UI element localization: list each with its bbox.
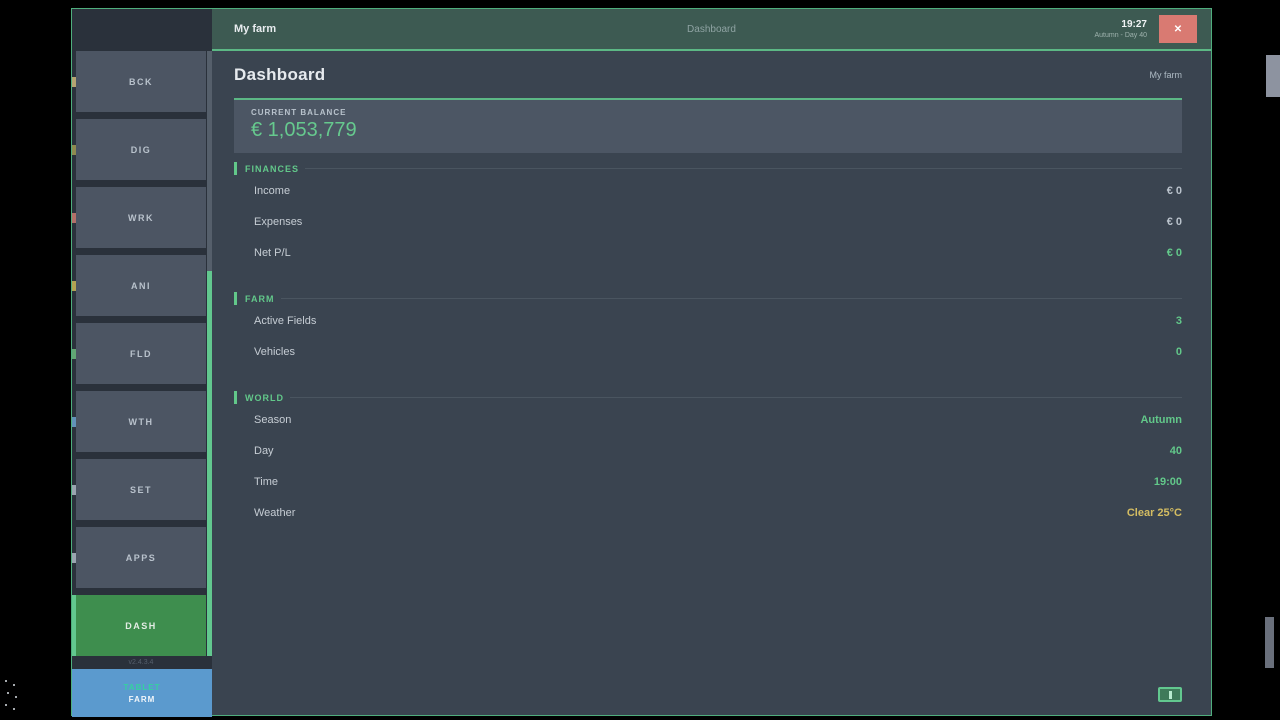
edge-scrollbar-bottom[interactable]: [1265, 617, 1274, 668]
sidebar-mark-icon: [72, 553, 76, 563]
finances-row-expenses: Expenses € 0: [234, 206, 1182, 237]
titlebar-app-title: Dashboard: [212, 24, 1211, 35]
section-accent-bar: [234, 162, 237, 175]
row-label: Time: [254, 476, 278, 488]
sidebar-mark-icon: [72, 145, 76, 155]
sidebar-mark-icon: [72, 349, 76, 359]
sidebar-item-apps[interactable]: APPS: [76, 527, 206, 588]
section-finances-header: FINANCES: [234, 162, 1182, 175]
row-label: Expenses: [254, 216, 302, 228]
world-row-weather: Weather Clear 25°C: [234, 497, 1182, 528]
sidebar-item-back[interactable]: BCK: [76, 51, 206, 112]
section-rule: [290, 397, 1182, 398]
page-farm-label: My farm: [1150, 70, 1183, 80]
section-farm-header: FARM: [234, 292, 1182, 305]
farm-row-active-fields: Active Fields 3: [234, 305, 1182, 336]
farm-row-vehicles: Vehicles 0: [234, 336, 1182, 367]
tablet-panel: BCK DIG WRK ANI FLD WTH SET APPS DASH v2…: [71, 8, 1212, 716]
page-title: Dashboard: [234, 65, 326, 85]
balance-label: CURRENT BALANCE: [251, 108, 1182, 117]
game-screen: BCK DIG WRK ANI FLD WTH SET APPS DASH v2…: [0, 0, 1280, 720]
sidebar-mark-icon: [72, 281, 76, 291]
brand-line-tablet: TABLET: [124, 683, 161, 692]
sidebar-header-block: [76, 9, 206, 51]
world-row-season: Season Autumn: [234, 404, 1182, 435]
close-icon: ✕: [1174, 24, 1182, 35]
row-value: Clear 25°C: [1127, 507, 1182, 519]
hud-dots-decor: [5, 680, 21, 712]
battery-level-bar: [1169, 691, 1172, 699]
titlebar-farm-name: My farm: [234, 23, 276, 35]
row-label: Day: [254, 445, 274, 457]
balance-value: € 1,053,779: [251, 119, 1182, 142]
section-rule: [305, 168, 1182, 169]
row-value: Autumn: [1140, 414, 1182, 426]
finances-row-income: Income € 0: [234, 175, 1182, 206]
sidebar-mark-icon: [72, 485, 76, 495]
world-row-day: Day 40: [234, 435, 1182, 466]
section-world-header: WORLD: [234, 391, 1182, 404]
row-value: € 0: [1167, 247, 1182, 259]
sidebar-active-indicator: [72, 595, 76, 656]
sidebar-item-dashboard[interactable]: DASH: [76, 595, 206, 656]
sidebar-mark-icon: [72, 213, 76, 223]
row-value: € 0: [1167, 216, 1182, 228]
sidebar-mark-icon: [72, 77, 76, 87]
page-header: Dashboard My farm: [234, 51, 1182, 98]
dashboard-content: Dashboard My farm CURRENT BALANCE € 1,05…: [212, 51, 1211, 715]
titlebar: My farm Dashboard 19:27 Autumn - Day 40 …: [212, 9, 1211, 51]
sidebar-item-settings[interactable]: SET: [76, 459, 206, 520]
main-panel: My farm Dashboard 19:27 Autumn - Day 40 …: [212, 9, 1211, 715]
row-label: Income: [254, 185, 290, 197]
sidebar-item-animals[interactable]: ANI: [76, 255, 206, 316]
row-value: 3: [1176, 315, 1182, 327]
sidebar-item-dig[interactable]: DIG: [76, 119, 206, 180]
tablet-brand-footer: TABLET FARM: [72, 669, 212, 717]
section-accent-bar: [234, 391, 237, 404]
finances-row-netpl: Net P/L € 0: [234, 237, 1182, 268]
world-row-time: Time 19:00: [234, 466, 1182, 497]
edge-scrollbar-top[interactable]: [1266, 55, 1280, 97]
row-label: Net P/L: [254, 247, 291, 259]
sidebar-mark-icon: [72, 417, 76, 427]
row-label: Weather: [254, 507, 295, 519]
titlebar-clock-block: 19:27 Autumn - Day 40: [1094, 19, 1147, 40]
section-rule: [281, 298, 1183, 299]
battery-icon: [1158, 687, 1182, 702]
clock-label: 19:27: [1094, 19, 1147, 31]
section-title: WORLD: [245, 393, 284, 403]
balance-card: CURRENT BALANCE € 1,053,779: [234, 100, 1182, 153]
sidebar-item-weather[interactable]: WTH: [76, 391, 206, 452]
close-button[interactable]: ✕: [1159, 15, 1197, 43]
row-value: 19:00: [1154, 476, 1182, 488]
row-label: Season: [254, 414, 291, 426]
section-accent-bar: [234, 292, 237, 305]
sidebar: BCK DIG WRK ANI FLD WTH SET APPS DASH v2…: [72, 9, 212, 715]
row-value: 0: [1176, 346, 1182, 358]
row-value: € 0: [1167, 185, 1182, 197]
section-title: FARM: [245, 294, 275, 304]
section-title: FINANCES: [245, 164, 299, 174]
sidebar-item-fields[interactable]: FLD: [76, 323, 206, 384]
sidebar-item-work[interactable]: WRK: [76, 187, 206, 248]
row-label: Active Fields: [254, 315, 316, 327]
row-label: Vehicles: [254, 346, 295, 358]
row-value: 40: [1170, 445, 1182, 457]
date-label: Autumn - Day 40: [1094, 31, 1147, 40]
version-label: v2.4.3.4: [76, 656, 206, 669]
brand-line-farm: FARM: [129, 695, 156, 704]
